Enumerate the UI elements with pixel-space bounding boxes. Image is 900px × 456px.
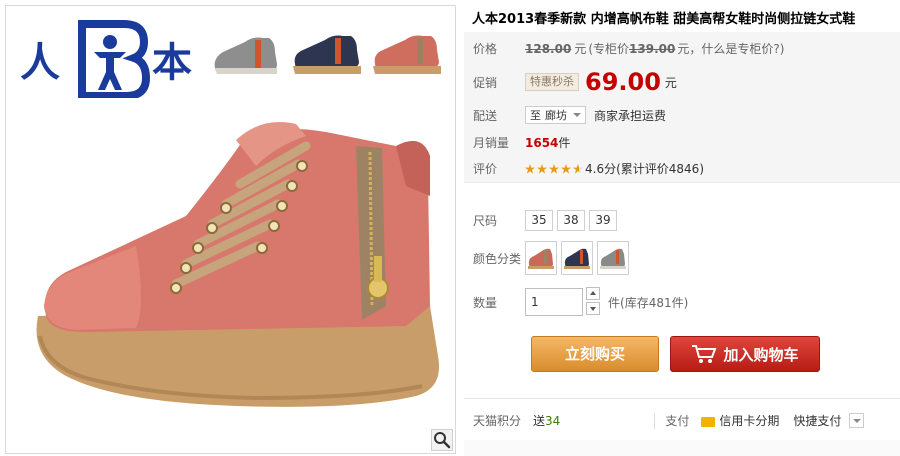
price-row: 价格 128.00 元 (专柜价 139.00 元， 什么是专柜价? ) [473,40,784,57]
points-prefix: 送 [533,414,546,428]
cart-icon [692,345,717,363]
sales-row: 月销量 1654 件 [473,134,570,151]
zoom-button[interactable] [431,429,453,451]
expand-payment-button[interactable] [849,413,865,428]
shipping-note: 商家承担运费 [594,108,667,123]
promo-price: 69.00 [585,68,661,96]
rating-stars [525,163,585,175]
product-title: 人本2013春季新款 内增高帆布鞋 甜美高帮女鞋时尚侧拉链女式鞋 [472,12,856,27]
star-rating-icon [525,163,583,174]
product-image-panel: 人 本 [5,5,456,454]
destination-prefix: 至 [530,109,541,122]
delivery-label: 配送 [473,108,498,123]
sales-count: 1654 [525,135,559,150]
pink-shoe-swatch[interactable] [525,241,557,275]
sales-label: 月销量 [473,136,510,150]
star-icon [549,163,559,174]
color-row: 颜色分类 [473,241,633,275]
credit-installment-label: 信用卡分期 [719,414,780,428]
price-box: 价格 128.00 元 (专柜价 139.00 元， 什么是专柜价? ) 促销 … [464,32,900,182]
add-to-cart-label: 加入购物车 [723,345,799,364]
credit-card-icon [701,416,716,427]
quantity-stepper [586,287,600,317]
promo-label: 促销 [473,75,498,90]
navy-shoe-swatch[interactable] [561,241,593,275]
price-unit: 元 [574,42,587,56]
thumbnail-navy-shoe[interactable] [291,28,366,78]
section-divider [464,182,900,183]
svg-text:人: 人 [20,40,60,86]
color-label: 颜色分类 [473,251,522,266]
promo-tag: 特惠秒杀 [525,73,579,91]
size-label: 尺码 [473,214,498,228]
size-row: 尺码 35 38 39 [473,210,621,231]
svg-text:本: 本 [152,40,192,86]
star-icon [537,163,547,174]
brand-logo: 人 本 [20,20,195,100]
destination-select[interactable]: 至 廊坊 [525,106,586,124]
buy-now-button[interactable]: 立刻购买 [531,336,659,372]
rating-score: 4.6分 [585,162,617,176]
promo-row: 促销 特惠秒杀 69.00 元 [473,68,677,96]
counter-price-prefix: (专柜价 [588,42,630,56]
points-value: 34 [545,413,561,428]
quantity-input[interactable] [525,288,583,316]
star-icon [561,163,571,174]
promo-price-unit: 元 [664,75,677,90]
chevron-down-icon [573,113,581,117]
rating-review-count[interactable]: (累计评价4846) [616,160,704,177]
product-info-panel: 人本2013春季新款 内增高帆布鞋 甜美高帮女鞋时尚侧拉链女式鞋 价格 128.… [464,0,900,456]
quick-pay-label[interactable]: 快捷支付 [793,412,841,429]
magnifier-icon [434,432,451,449]
sales-unit: 件 [558,136,571,150]
size-option[interactable]: 39 [589,210,617,231]
price-label: 价格 [473,42,498,56]
counter-price: 139.00 [629,41,676,56]
counter-price-suffix: 元， [677,42,702,56]
thumbnail-gray-shoe[interactable] [211,28,286,78]
counter-price-close: ) [779,41,785,56]
size-option[interactable]: 38 [557,210,585,231]
gray-shoe-swatch[interactable] [597,241,629,275]
bottom-divider [464,398,900,399]
pay-label: 支付 [665,414,690,428]
divider [654,412,656,429]
star-icon [573,163,583,174]
quantity-row: 数量 件 (库存481件) [473,287,688,317]
star-icon [525,163,535,174]
original-price: 128.00 [525,41,572,56]
rating-row: 评价 4.6分 (累计评价4846) [473,160,704,177]
stock-count: (库存481件) [620,295,689,310]
quantity-unit: 件 [608,295,621,310]
thumbnail-pink-shoe[interactable] [371,28,446,78]
destination-value: 廊坊 [545,109,567,122]
quantity-increase-button[interactable] [586,287,600,300]
bottom-info-row: 天猫积分 送 34 支付 信用卡分期 快捷支付 [473,412,865,429]
bottom-strip [464,440,900,456]
quantity-label: 数量 [473,295,498,310]
delivery-row: 配送 至 廊坊 商家承担运费 [473,106,666,124]
size-option[interactable]: 35 [525,210,553,231]
quantity-decrease-button[interactable] [586,302,600,315]
main-product-image [26,106,446,436]
rating-label: 评价 [473,162,498,176]
counter-price-help-link[interactable]: 什么是专柜价? [701,40,779,57]
color-thumbnails [211,28,451,78]
credit-installment[interactable]: 信用卡分期 [701,412,779,429]
add-to-cart-button[interactable]: 加入购物车 [670,336,820,372]
points-label: 天猫积分 [473,414,522,428]
